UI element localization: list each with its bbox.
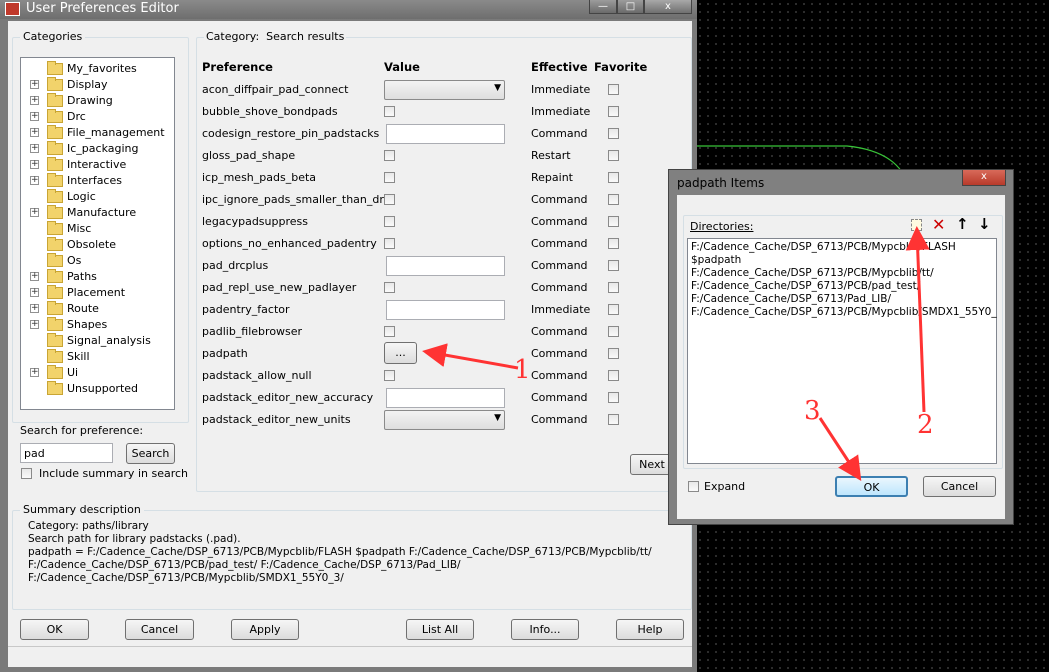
annotation-3: 3 — [804, 396, 821, 426]
annotation-2: 2 — [917, 410, 934, 440]
arrow-1 — [422, 343, 519, 370]
arrow-2 — [905, 226, 930, 413]
annotation-1: 1 — [514, 355, 531, 385]
annotation-arrows — [422, 226, 930, 482]
arrow-3 — [818, 417, 862, 482]
